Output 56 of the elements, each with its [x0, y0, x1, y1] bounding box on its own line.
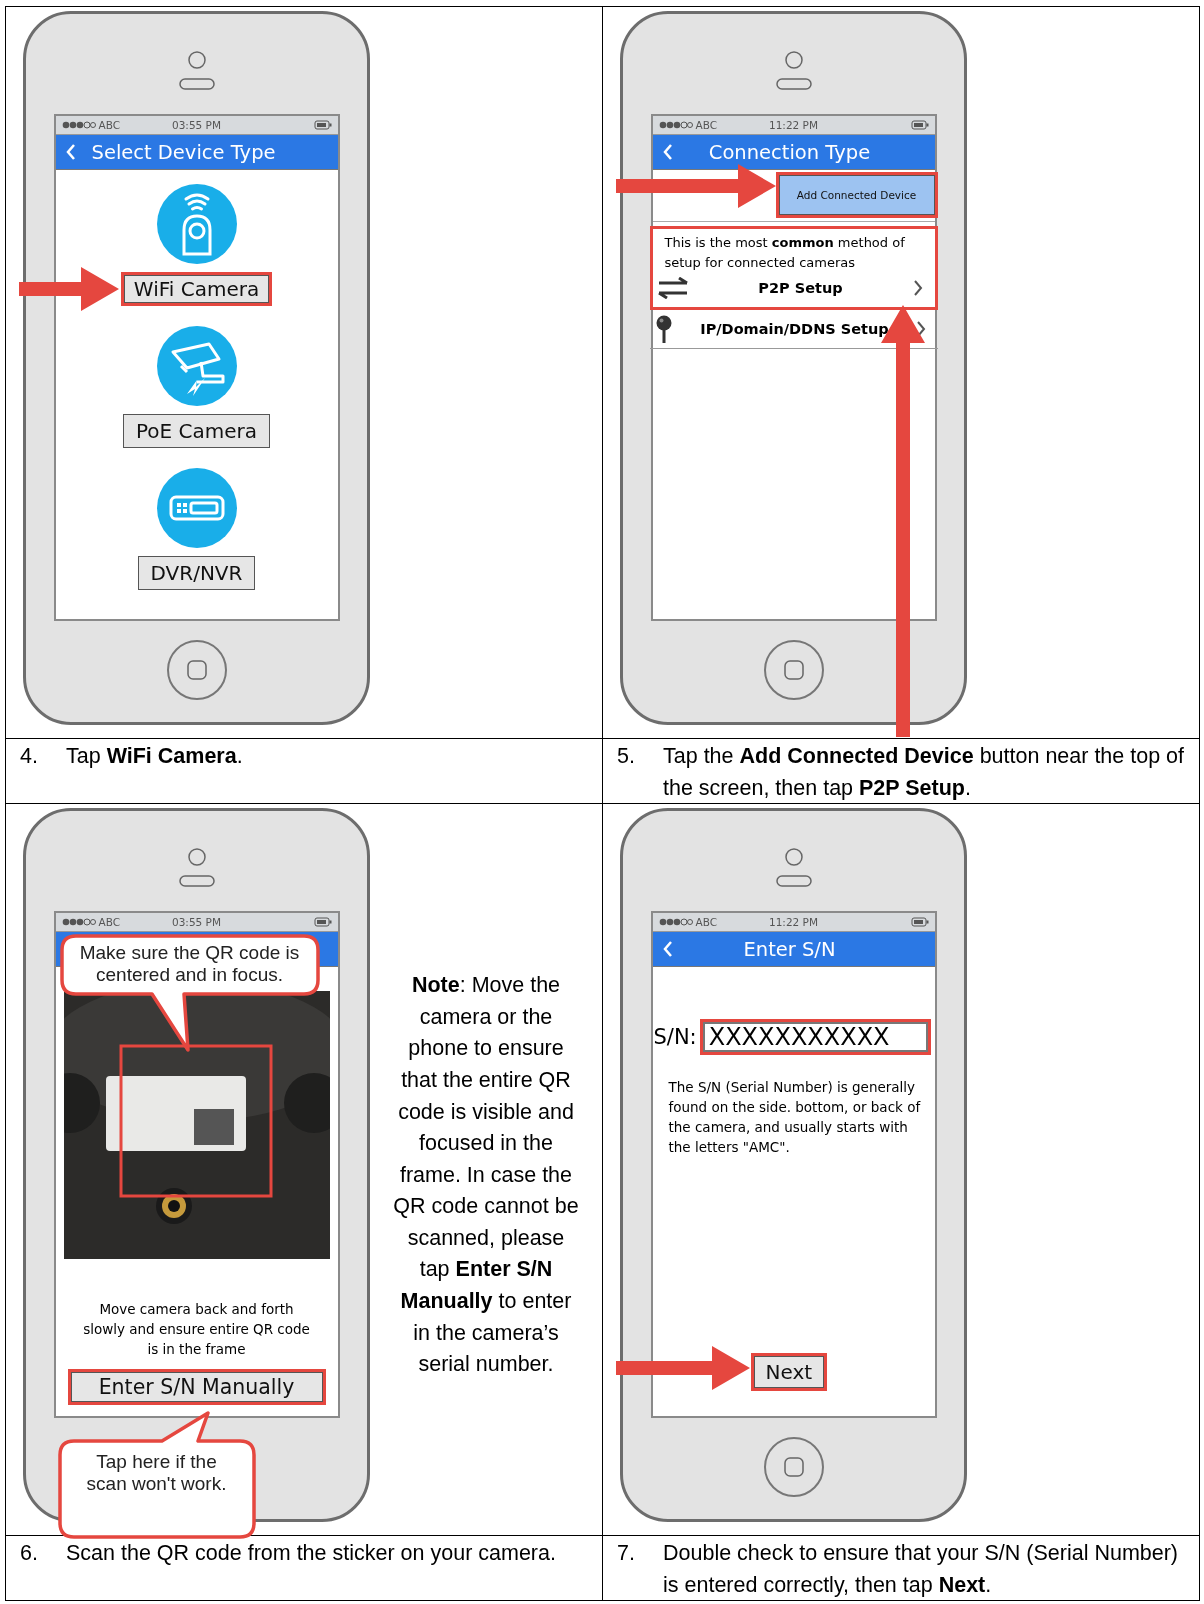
square-icon: [783, 660, 804, 680]
option-label: P2P Setup: [757, 280, 844, 296]
callout-text: Tap here if the scan won't work.: [85, 1451, 228, 1495]
battery-icon: [910, 917, 929, 927]
device-option[interactable]: DVR/NVR: [137, 556, 256, 590]
screen-title: Connection Type: [707, 140, 872, 164]
signal-icon: [61, 918, 96, 926]
back-icon[interactable]: [65, 143, 76, 161]
step-number: 6.: [20, 1540, 39, 1567]
battery-icon: [910, 120, 929, 130]
battery-icon: [313, 120, 332, 130]
step-number: 5.: [617, 743, 636, 770]
security-camera-icon: [156, 326, 237, 406]
back-icon[interactable]: [662, 940, 673, 958]
device-option[interactable]: PoE Camera: [122, 414, 271, 448]
square-icon: [783, 1457, 804, 1477]
step-caption: Tap WiFi Camera.: [66, 743, 243, 770]
recorder-icon: [156, 468, 237, 548]
carrier-name: ABC: [695, 916, 718, 928]
swap-arrows-icon: [656, 277, 689, 299]
square-icon: [186, 660, 207, 680]
step-caption: Scan the QR code from the sticker on your camera.: [66, 1540, 556, 1567]
next-button[interactable]: Next: [750, 1353, 828, 1391]
enter-manually-button[interactable]: Enter S/N Manually: [67, 1369, 326, 1405]
battery-icon: [313, 917, 332, 927]
add-device-button[interactable]: Add Connected Device: [775, 172, 938, 218]
screen-title: Select Device Type: [90, 140, 276, 164]
chevron-icon[interactable]: [915, 320, 926, 338]
device-option[interactable]: WiFi Camera: [120, 272, 273, 306]
field-label: S/N:: [653, 1025, 697, 1049]
setup-option[interactable]: This is the most common method of setup for connected cameras P2P Setup: [649, 226, 938, 310]
note-text: Note: Move the camera or the phone to ensure that the entire QR code is visible and focused in the frame. In case the QR code cannot be scanned, please tap Enter S/N Manually to enter in the camera’s serial number.: [392, 972, 580, 1379]
status-time: 03:55 PM: [172, 916, 221, 928]
camera-icon: [156, 184, 237, 264]
back-icon[interactable]: [662, 143, 673, 161]
status-time: 11:22 PM: [769, 119, 818, 131]
option-label: IP/Domain/DDNS Setup: [699, 321, 890, 337]
signal-icon: [658, 918, 693, 926]
signal-icon: [61, 121, 96, 129]
chevron-icon[interactable]: [912, 279, 923, 297]
signal-icon: [658, 121, 693, 129]
serial-field[interactable]: XXXXXXXXXXX: [699, 1019, 931, 1055]
carrier-name: ABC: [98, 916, 121, 928]
step-number: 4.: [20, 743, 39, 770]
carrier-name: ABC: [695, 119, 718, 131]
callout-text: Make sure the QR code is centered and in focus.: [78, 942, 301, 986]
carrier-name: ABC: [98, 119, 121, 131]
step-caption: Double check to ensure that your S/N (Serial Number) is entered correctly, then tap Next.: [663, 1540, 1180, 1599]
step-number: 7.: [617, 1540, 636, 1567]
hint-text: Move camera back and forth slowly and ensure entire QR code is in the frame: [82, 1300, 311, 1359]
screen-title: Enter S/N: [742, 937, 837, 961]
status-time: 11:22 PM: [769, 916, 818, 928]
option-description: This is the most common method of setup for connected cameras: [663, 234, 906, 272]
info-text: The S/N (Serial Number) is generally found on the side. bottom, or back of the camera, and usually starts with the letters "AMC".: [668, 1078, 921, 1157]
status-time: 03:55 PM: [172, 119, 221, 131]
step-caption: Tap the Add Connected Device button near the top of the screen, then tap P2P Setup.: [663, 743, 1186, 802]
